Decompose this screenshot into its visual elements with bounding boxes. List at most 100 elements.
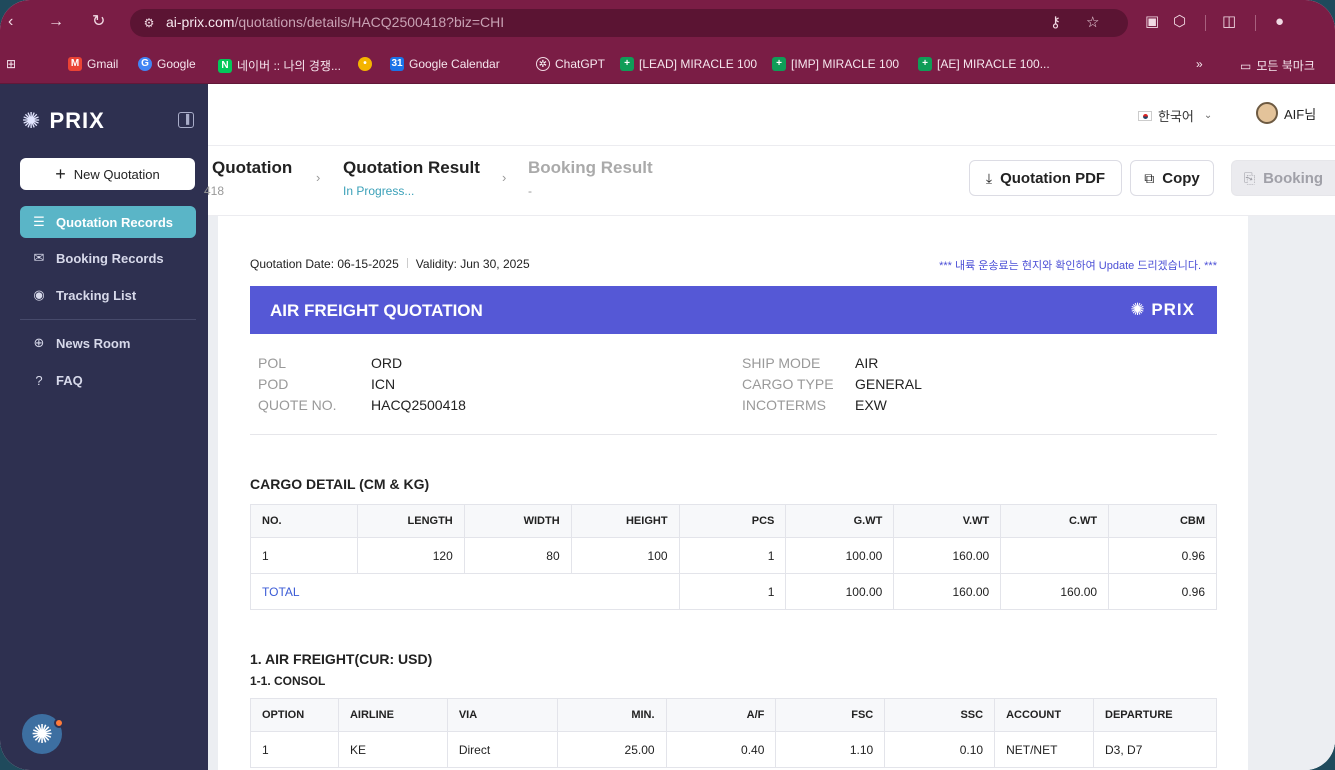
sheets-icon: + <box>918 57 932 71</box>
language-selector[interactable]: 한국어 ⌄ <box>1138 106 1212 125</box>
address-bar[interactable]: ⚙ ai-prix.com/quotations/details/HACQ250… <box>130 9 1128 37</box>
copy-button[interactable]: ⧉ Copy <box>1130 160 1214 196</box>
quotation-document: Quotation Date: 06-15-2025 Validity: Jun … <box>218 216 1248 770</box>
top-bar: 한국어 ⌄ AIF님 <box>208 84 1335 146</box>
column-header: A/F <box>665 698 777 732</box>
column-header: DEPARTURE <box>1093 698 1217 732</box>
sidebar-divider <box>20 319 196 320</box>
download-icon: ⤓ <box>985 169 993 186</box>
notification-dot <box>54 718 64 728</box>
bookmark-gmail[interactable]: M Gmail <box>68 57 118 71</box>
chevron-right-icon: › <box>316 170 321 185</box>
column-header: ACCOUNT <box>994 698 1095 732</box>
url-path: /quotations/details/HACQ2500418?biz=CHI <box>234 14 505 30</box>
list-icon: ☰ <box>33 214 45 229</box>
url-host: ai-prix.com <box>166 14 235 30</box>
column-header: CBM <box>1108 504 1217 538</box>
air-freight-title: 1. AIR FREIGHT(CUR: USD) <box>250 651 433 667</box>
side-panel-icon[interactable]: ◫ <box>1222 12 1236 32</box>
sidebar-item-tracking-list[interactable]: ◉ Tracking List <box>20 279 196 311</box>
table-total-row: TOTAL 1 100.00 160.00 160.00 0.96 <box>250 573 1217 610</box>
step-quotation-result[interactable]: Quotation Result In Progress... <box>343 158 480 198</box>
mail-icon: ✉ <box>33 250 45 265</box>
reload-icon[interactable]: ↻ <box>92 12 105 32</box>
chevron-down-icon: ⌄ <box>1203 110 1213 121</box>
sheets-icon: + <box>772 57 786 71</box>
column-header: NO. <box>250 504 358 538</box>
sidebar: ✺ PRIX ▐ + New Quotation ☰ Quotation Rec… <box>0 84 208 770</box>
table-header-row: NO. LENGTH WIDTH HEIGHT PCS G.WT V.WT C.… <box>250 504 1217 538</box>
column-header: HEIGHT <box>570 504 680 538</box>
cargo-detail-title: CARGO DETAIL (CM & KG) <box>250 476 430 492</box>
cargo-detail-table: NO. LENGTH WIDTH HEIGHT PCS G.WT V.WT C.… <box>250 504 1217 610</box>
gmail-icon: M <box>68 57 82 71</box>
password-key-icon[interactable]: ⚷ <box>1050 13 1061 31</box>
new-quotation-button[interactable]: + New Quotation <box>20 158 195 190</box>
plus-icon: + <box>55 164 66 184</box>
quotation-pdf-button[interactable]: ⤓ Quotation PDF <box>969 160 1122 196</box>
banner-logo: ✺ PRIX <box>1130 300 1195 319</box>
copy-icon: ⧉ <box>1144 169 1155 186</box>
tab-search-icon[interactable]: ▣ <box>1145 12 1159 32</box>
prix-logo-icon: ✺ <box>22 108 42 133</box>
folder-icon: ▭ <box>1240 58 1252 73</box>
site-settings-icon[interactable]: ⚙ <box>140 14 158 32</box>
bookmark-google[interactable]: G Google <box>138 57 196 71</box>
naver-icon: N <box>218 58 232 73</box>
table-row: 1 120 80 100 1 100.00 160.00 0.96 <box>250 537 1217 574</box>
back-icon[interactable]: ‹ <box>8 12 13 32</box>
extensions-icon[interactable]: ⬡ <box>1173 12 1186 32</box>
url-text[interactable]: ai-prix.com/quotations/details/HACQ25004… <box>166 14 504 30</box>
toolbar-divider <box>1255 15 1256 31</box>
bookmark-naver[interactable]: N 네이버 :: 나의 경쟁... <box>218 57 341 74</box>
sidebar-collapse-icon[interactable]: ▐ <box>178 112 194 128</box>
user-menu[interactable]: AIF님 <box>1256 102 1316 124</box>
browser-toolbar: ‹ → ↻ ⚙ ai-prix.com/quotations/details/H… <box>0 0 1335 46</box>
column-header: SSC <box>884 698 996 732</box>
column-header: G.WT <box>785 504 895 538</box>
avatar <box>1256 102 1278 124</box>
calendar-icon: 31 <box>390 57 404 71</box>
table-header-row: OPTION AIRLINE VIA MIN. A/F FSC SSC ACCO… <box>250 698 1217 732</box>
column-header: LENGTH <box>356 504 465 538</box>
map-pin-icon: • <box>358 57 372 71</box>
sidebar-item-news-room[interactable]: ⊕ News Room <box>20 327 196 359</box>
sidebar-item-quotation-records[interactable]: ☰ Quotation Records <box>20 206 196 238</box>
chevron-right-icon: › <box>502 170 507 185</box>
booking-icon: ⎘ <box>1243 169 1256 186</box>
column-header: C.WT <box>1000 504 1110 538</box>
location-pin-icon: ◉ <box>33 287 45 302</box>
divider <box>250 434 1217 435</box>
bookmark-maps[interactable]: • <box>358 57 372 71</box>
banner-title: AIR FREIGHT QUOTATION <box>270 301 483 320</box>
shipment-info: SHIP MODE AIR CARGO TYPE GENERAL INCOTERMS… <box>742 355 922 413</box>
sidebar-item-faq[interactable]: ? FAQ <box>20 364 196 396</box>
profile-avatar-icon[interactable]: ● <box>1275 12 1284 32</box>
google-icon: G <box>138 57 152 71</box>
air-freight-table: OPTION AIRLINE VIA MIN. A/F FSC SSC ACCO… <box>250 698 1217 768</box>
quotation-meta: Quotation Date: 06-15-2025 Validity: Jun … <box>250 257 530 271</box>
column-header: MIN. <box>556 698 667 732</box>
quotation-notice: *** 내륙 운송료는 현지와 확인하여 Update 드리겠습니다. *** <box>939 260 1217 272</box>
column-header: PCS <box>678 504 787 538</box>
bookmark-chatgpt[interactable]: ✲ ChatGPT <box>536 57 605 71</box>
booking-button[interactable]: ⎘ Booking <box>1231 160 1335 196</box>
prix-logo[interactable]: ✺ PRIX <box>22 108 105 134</box>
step-booking-result[interactable]: Booking Result - <box>528 158 653 198</box>
browser-window: ‹ → ↻ ⚙ ai-prix.com/quotations/details/H… <box>0 0 1335 770</box>
bookmarks-overflow[interactable]: » <box>1196 57 1203 71</box>
forward-icon[interactable]: → <box>48 12 64 32</box>
prix-logo-icon: ✺ <box>1130 300 1152 319</box>
bookmark-ae-miracle[interactable]: + [AE] MIRACLE 100... <box>918 57 1050 71</box>
all-bookmarks-folder[interactable]: ▭ 모든 북마크 <box>1240 57 1315 74</box>
apps-grid-icon[interactable]: ⊞ <box>6 57 16 71</box>
bookmark-google-calendar[interactable]: 31 Google Calendar <box>390 57 500 71</box>
step-quotation[interactable]: Quotation 418 <box>204 158 292 198</box>
bookmark-lead-miracle[interactable]: + [LEAD] MIRACLE 100 <box>620 57 757 71</box>
document-area: Quotation Date: 06-15-2025 Validity: Jun … <box>208 216 1335 770</box>
sidebar-item-booking-records[interactable]: ✉ Booking Records <box>20 242 196 274</box>
bookmark-star-icon[interactable]: ☆ <box>1086 13 1099 31</box>
help-icon: ? <box>35 372 43 388</box>
column-header: OPTION <box>250 698 339 732</box>
bookmark-imp-miracle[interactable]: + [IMP] MIRACLE 100 <box>772 57 899 71</box>
